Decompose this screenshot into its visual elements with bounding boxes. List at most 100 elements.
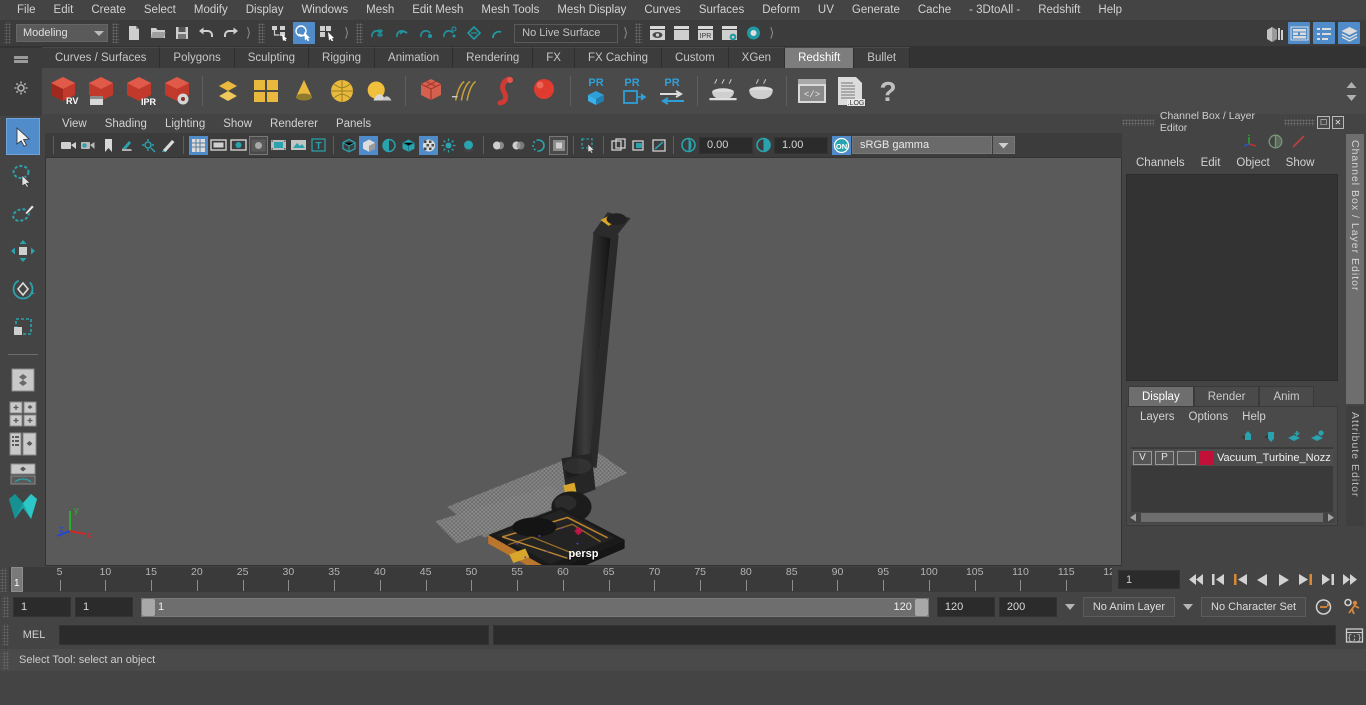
layer-color-swatch[interactable] [1199,450,1214,465]
mesh-smooth-icon[interactable] [412,71,450,111]
menu-create[interactable]: Create [82,0,135,20]
menu-windows[interactable]: Windows [292,0,357,20]
play-backwards-icon[interactable] [1252,569,1272,591]
color-profile-dropdown-arrow[interactable] [993,136,1015,154]
save-scene-icon[interactable] [171,22,193,44]
attribute-editor-icon[interactable] [1288,22,1310,44]
two-d-pan-zoom-icon[interactable] [139,136,158,155]
character-set-combo[interactable]: No Character Set [1201,597,1306,617]
menu-generate[interactable]: Generate [843,0,909,20]
menu-deform[interactable]: Deform [753,0,809,20]
isolate-select-icon[interactable] [549,135,568,155]
render-settings-icon[interactable] [718,22,740,44]
scale-tool-icon[interactable] [6,308,40,345]
exposure-value-field[interactable]: 0.00 [699,136,753,154]
smooth-shade-all-icon[interactable] [359,135,378,155]
polygon-sphere-icon[interactable] [323,71,361,111]
range-left-handle[interactable] [142,598,155,616]
snap-to-curve-icon[interactable] [391,22,413,44]
color-management-toggle-icon[interactable]: ON [832,135,851,155]
gamma-icon[interactable] [754,136,773,155]
script-editor-open-icon[interactable]: {;} [1342,627,1366,644]
persp-graph-layout-icon[interactable] [6,459,40,488]
vtab-channel-box-layer-editor[interactable]: Channel Box / Layer Editor [1346,134,1364,404]
range-slider-grip[interactable] [2,596,9,618]
current-frame-field[interactable]: 1 [1118,570,1180,589]
auto-keyframe-toggle-icon[interactable] [1310,598,1336,616]
shadows-icon[interactable] [439,136,458,155]
move-layer-down-icon[interactable] [1264,430,1279,443]
polygon-plane-icon[interactable] [209,71,247,111]
layer-menu-layers[interactable]: Layers [1133,411,1182,423]
move-tool-icon[interactable] [6,232,40,269]
menu-surfaces[interactable]: Surfaces [690,0,753,20]
menuset-dropdown[interactable]: Modeling [16,24,108,42]
step-forward-frame-icon[interactable] [1318,569,1338,591]
range-right-handle[interactable] [914,598,928,616]
toolbar-collapse-right-icon-2[interactable]: ⟩ [341,25,352,41]
close-icon[interactable]: ✕ [1331,115,1345,129]
pr-proxy-icon[interactable]: PR [577,71,615,111]
layer-menu-options[interactable]: Options [1182,411,1236,423]
redshift-render-sequence-icon[interactable] [82,71,120,111]
use-all-lights-icon[interactable] [419,135,438,155]
select-by-hierarchy-icon[interactable] [269,22,291,44]
snap-to-point-icon[interactable] [415,22,437,44]
new-layer-icon[interactable] [1287,430,1302,443]
viewport-menu-lighting[interactable]: Lighting [156,118,214,130]
shelf-options-gear-icon[interactable] [14,81,28,95]
time-slider-playhead[interactable]: 1 [11,567,23,592]
time-slider-grip[interactable] [0,567,7,592]
shelf-tab-polygons[interactable]: Polygons [160,47,235,68]
polygon-terrain-icon[interactable] [361,71,399,111]
shelf-tab-fx[interactable]: FX [533,47,575,68]
toolbar-grip-4[interactable] [635,23,643,43]
layer-playback-toggle[interactable]: P [1155,450,1174,465]
menu-mesh-display[interactable]: Mesh Display [548,0,635,20]
channelbox-menu-channels[interactable]: Channels [1128,157,1193,169]
menu-select[interactable]: Select [135,0,185,20]
snap-to-projected-center-icon[interactable] [439,22,461,44]
command-input-field[interactable] [59,625,489,645]
live-surface-field[interactable]: No Live Surface [514,23,619,43]
menu-3dtoall[interactable]: - 3DtoAll - [960,0,1029,20]
gamma-value-field[interactable]: 1.00 [774,136,828,154]
xray-icon[interactable] [289,136,308,155]
layer-tab-render[interactable]: Render [1193,386,1260,406]
vtab-attribute-editor[interactable]: Attribute Editor [1346,406,1364,526]
command-line-grip[interactable] [2,624,9,646]
character-set-dropdown-arrow[interactable] [1183,604,1194,610]
scrollbar-thumb[interactable] [1141,513,1323,522]
color-profile-field[interactable]: sRGB gamma [852,136,992,154]
outliner-persp-layout-icon[interactable] [6,429,40,458]
ipr-render-icon[interactable]: IPR [694,22,716,44]
channelbox-menu-edit[interactable]: Edit [1193,157,1229,169]
script-editor-icon[interactable]: </> [793,71,831,111]
bake-selected-icon[interactable] [742,71,780,111]
bookmark-icon[interactable] [99,136,118,155]
move-layer-up-icon[interactable] [1241,430,1256,443]
go-to-end-icon[interactable] [1340,569,1360,591]
xray-active-components-icon[interactable] [629,136,648,155]
grease-pencil-icon[interactable] [159,136,178,155]
panel-undock-icon[interactable]: ☐ [1317,115,1330,129]
grid-toggle-icon[interactable] [189,135,208,155]
playback-start-time-field[interactable]: 1 [75,597,133,617]
anim-start-time-field[interactable]: 1 [13,597,71,617]
gate-mask-icon[interactable] [249,135,268,155]
screen-space-ao-icon[interactable] [459,136,478,155]
open-scene-icon[interactable] [147,22,169,44]
toolbar-grip-2[interactable] [258,23,266,43]
render-sequence-icon[interactable] [670,22,692,44]
four-view-layout-icon[interactable] [6,399,40,428]
step-back-key-icon[interactable] [1230,569,1250,591]
layer-tab-display[interactable]: Display [1128,386,1194,406]
panel-drag-grip-2[interactable] [1283,118,1316,126]
rotate-axis-icon[interactable] [1291,134,1306,149]
menu-edit[interactable]: Edit [45,0,83,20]
shelf-tab-redshift[interactable]: Redshift [785,47,855,68]
anim-layer-dropdown-arrow[interactable] [1064,604,1075,610]
nparticle-sphere-icon[interactable] [526,71,564,111]
image-plane-icon[interactable] [119,136,138,155]
shelf-scroll-down-icon[interactable] [1345,94,1358,102]
